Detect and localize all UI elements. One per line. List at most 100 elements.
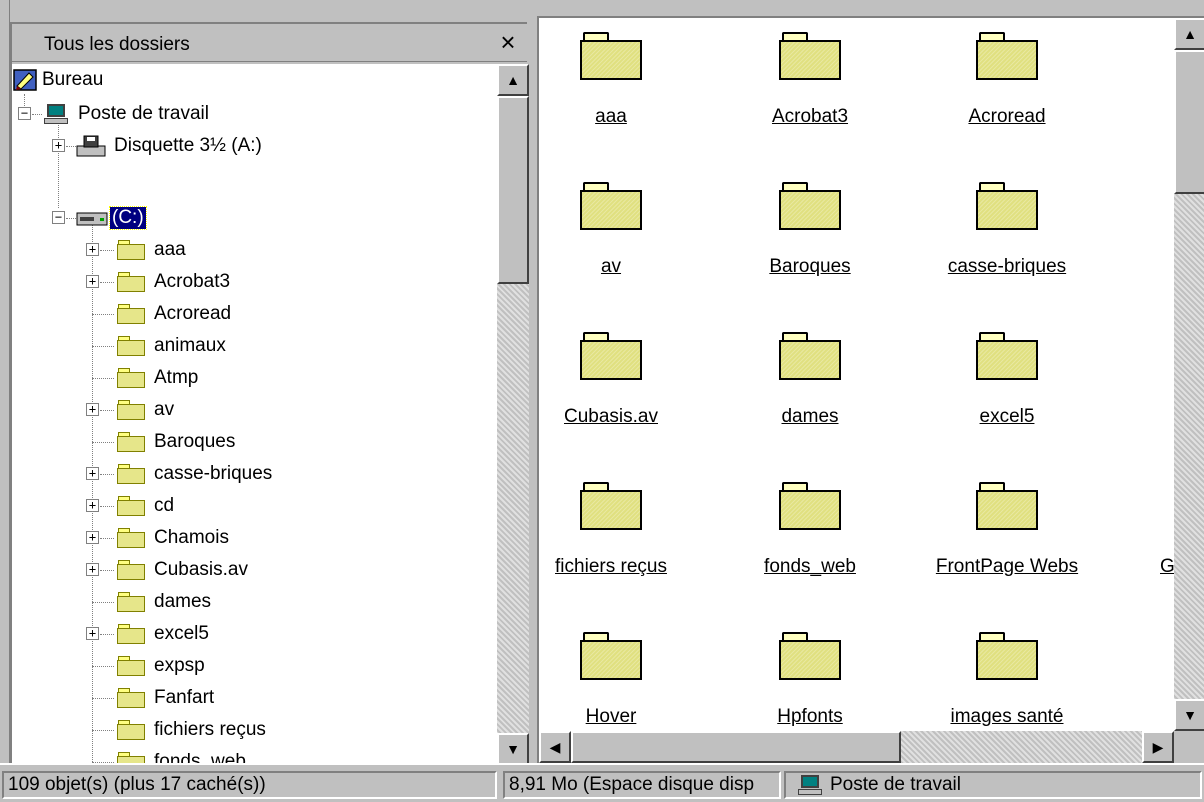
folder-label: Acroread bbox=[968, 106, 1046, 127]
tree-line bbox=[100, 474, 114, 475]
folder-icon bbox=[975, 30, 1039, 82]
scroll-down-button[interactable]: ▼ bbox=[1174, 699, 1204, 731]
floppy-drive-icon bbox=[76, 135, 106, 156]
folder-item[interactable]: excel5 bbox=[917, 330, 1097, 428]
tree-label: Atmp bbox=[154, 366, 199, 388]
tree-folder-item[interactable]: dames bbox=[86, 586, 213, 617]
scroll-down-button[interactable]: ▼ bbox=[497, 733, 529, 765]
tree-folder-item[interactable]: Fanfart bbox=[86, 682, 216, 713]
folder-label: Acrobat3 bbox=[771, 106, 849, 127]
expand-toggle[interactable]: + bbox=[86, 275, 99, 288]
folder-label: av bbox=[600, 256, 622, 277]
folder-item[interactable]: fonds_web bbox=[720, 480, 900, 578]
tree-item-desktop[interactable]: Bureau bbox=[12, 64, 105, 95]
window-edge bbox=[0, 0, 10, 770]
folder-icon bbox=[116, 495, 146, 517]
expand-toggle[interactable]: + bbox=[52, 139, 65, 152]
folder-icon bbox=[579, 330, 643, 382]
folder-icon bbox=[116, 719, 146, 741]
scroll-right-button[interactable]: ▶ bbox=[1142, 731, 1174, 763]
scroll-up-button[interactable]: ▲ bbox=[497, 64, 529, 96]
folder-item[interactable]: Baroques bbox=[720, 180, 900, 278]
folder-item[interactable]: Hover bbox=[539, 630, 701, 728]
expand-toggle[interactable]: + bbox=[86, 531, 99, 544]
folder-label: Baroques bbox=[769, 256, 851, 277]
tree-folder-item[interactable]: + casse-briques bbox=[86, 458, 274, 489]
folder-icon bbox=[975, 630, 1039, 682]
folder-item[interactable]: av bbox=[539, 180, 701, 278]
folder-icon bbox=[116, 751, 146, 763]
tree-item-floppy[interactable]: + Disquette 3½ (A:) bbox=[52, 130, 264, 161]
tree-label: Bureau bbox=[42, 68, 104, 90]
tree-folder-item[interactable]: + Chamois bbox=[86, 522, 231, 553]
folder-icon bbox=[116, 463, 146, 485]
tree-label: fonds_web bbox=[154, 750, 246, 764]
folder-tree-scrollbar[interactable]: ▲ ▼ bbox=[497, 64, 529, 765]
expand-toggle[interactable]: + bbox=[86, 243, 99, 256]
expand-toggle[interactable]: + bbox=[86, 563, 99, 576]
folder-item[interactable]: Acroread bbox=[917, 30, 1097, 128]
scroll-thumb[interactable] bbox=[1174, 50, 1204, 194]
folder-item[interactable]: dames bbox=[720, 330, 900, 428]
folder-icon bbox=[579, 630, 643, 682]
tree-folder-item[interactable]: Atmp bbox=[86, 362, 200, 393]
tree-folder-item[interactable]: Acroread bbox=[86, 298, 233, 329]
expand-toggle[interactable]: + bbox=[86, 467, 99, 480]
tree-folder-item[interactable]: Baroques bbox=[86, 426, 237, 457]
folder-label: fichiers reçus bbox=[555, 556, 667, 577]
partial-file-label[interactable]: G bbox=[1160, 556, 1175, 578]
scroll-up-button[interactable]: ▲ bbox=[1174, 18, 1204, 50]
tree-folder-item[interactable]: + cd bbox=[86, 490, 176, 521]
tree-folder-item[interactable]: + Acrobat3 bbox=[86, 266, 232, 297]
tree-folder-item[interactable]: expsp bbox=[86, 650, 207, 681]
tree-line bbox=[100, 570, 114, 571]
folder-icon bbox=[778, 630, 842, 682]
folder-icon bbox=[116, 399, 146, 421]
tree-folder-item[interactable]: + Cubasis.av bbox=[86, 554, 250, 585]
tree-line bbox=[92, 698, 114, 699]
collapse-toggle[interactable]: − bbox=[52, 211, 65, 224]
folder-label: images santé bbox=[950, 706, 1064, 727]
expand-toggle[interactable]: + bbox=[86, 403, 99, 416]
folder-icon bbox=[116, 591, 146, 613]
scroll-left-button[interactable]: ◀ bbox=[539, 731, 571, 763]
folder-icon bbox=[116, 239, 146, 261]
status-object-count-text: 109 objet(s) (plus 17 caché(s)) bbox=[8, 774, 266, 795]
tree-label: excel5 bbox=[154, 622, 209, 644]
tree-folder-item[interactable]: + av bbox=[86, 394, 176, 425]
scroll-thumb[interactable] bbox=[571, 731, 901, 763]
tree-line bbox=[92, 602, 114, 603]
tree-label: aaa bbox=[154, 238, 186, 260]
folder-item[interactable]: images santé bbox=[917, 630, 1097, 728]
tree-folder-item[interactable]: fonds_web bbox=[86, 746, 248, 763]
file-view-vscrollbar[interactable]: ▲ ▼ bbox=[1174, 18, 1204, 731]
close-icon[interactable]: × bbox=[495, 27, 521, 57]
computer-icon bbox=[798, 774, 822, 796]
scroll-thumb[interactable] bbox=[497, 96, 529, 284]
folder-label: aaa bbox=[595, 106, 627, 127]
folder-item[interactable]: Acrobat3 bbox=[720, 30, 900, 128]
folder-icon bbox=[116, 431, 146, 453]
tree-item-drive-c[interactable]: − (C:) bbox=[52, 202, 147, 233]
tree-folder-item[interactable]: animaux bbox=[86, 330, 228, 361]
desktop-icon bbox=[13, 68, 37, 91]
tree-line bbox=[100, 282, 114, 283]
tree-line bbox=[100, 634, 114, 635]
tree-item-computer[interactable]: − Poste de travail bbox=[18, 98, 211, 129]
collapse-toggle[interactable]: − bbox=[18, 107, 31, 120]
scroll-corner bbox=[1174, 731, 1204, 763]
expand-toggle[interactable]: + bbox=[86, 499, 99, 512]
folder-icon bbox=[579, 480, 643, 532]
expand-toggle[interactable]: + bbox=[86, 627, 99, 640]
tree-folder-item[interactable]: fichiers reçus bbox=[86, 714, 268, 745]
tree-line bbox=[32, 114, 42, 115]
file-view-hscrollbar[interactable]: ◀ ▶ bbox=[539, 731, 1174, 763]
folder-item[interactable]: casse-briques bbox=[917, 180, 1097, 278]
folder-item[interactable]: Hpfonts bbox=[720, 630, 900, 728]
folder-item[interactable]: aaa bbox=[539, 30, 701, 128]
folder-item[interactable]: FrontPage Webs bbox=[917, 480, 1097, 578]
tree-folder-item[interactable]: + aaa bbox=[86, 234, 188, 265]
folder-item[interactable]: Cubasis.av bbox=[539, 330, 701, 428]
tree-folder-item[interactable]: + excel5 bbox=[86, 618, 211, 649]
folder-item[interactable]: fichiers reçus bbox=[539, 480, 701, 578]
